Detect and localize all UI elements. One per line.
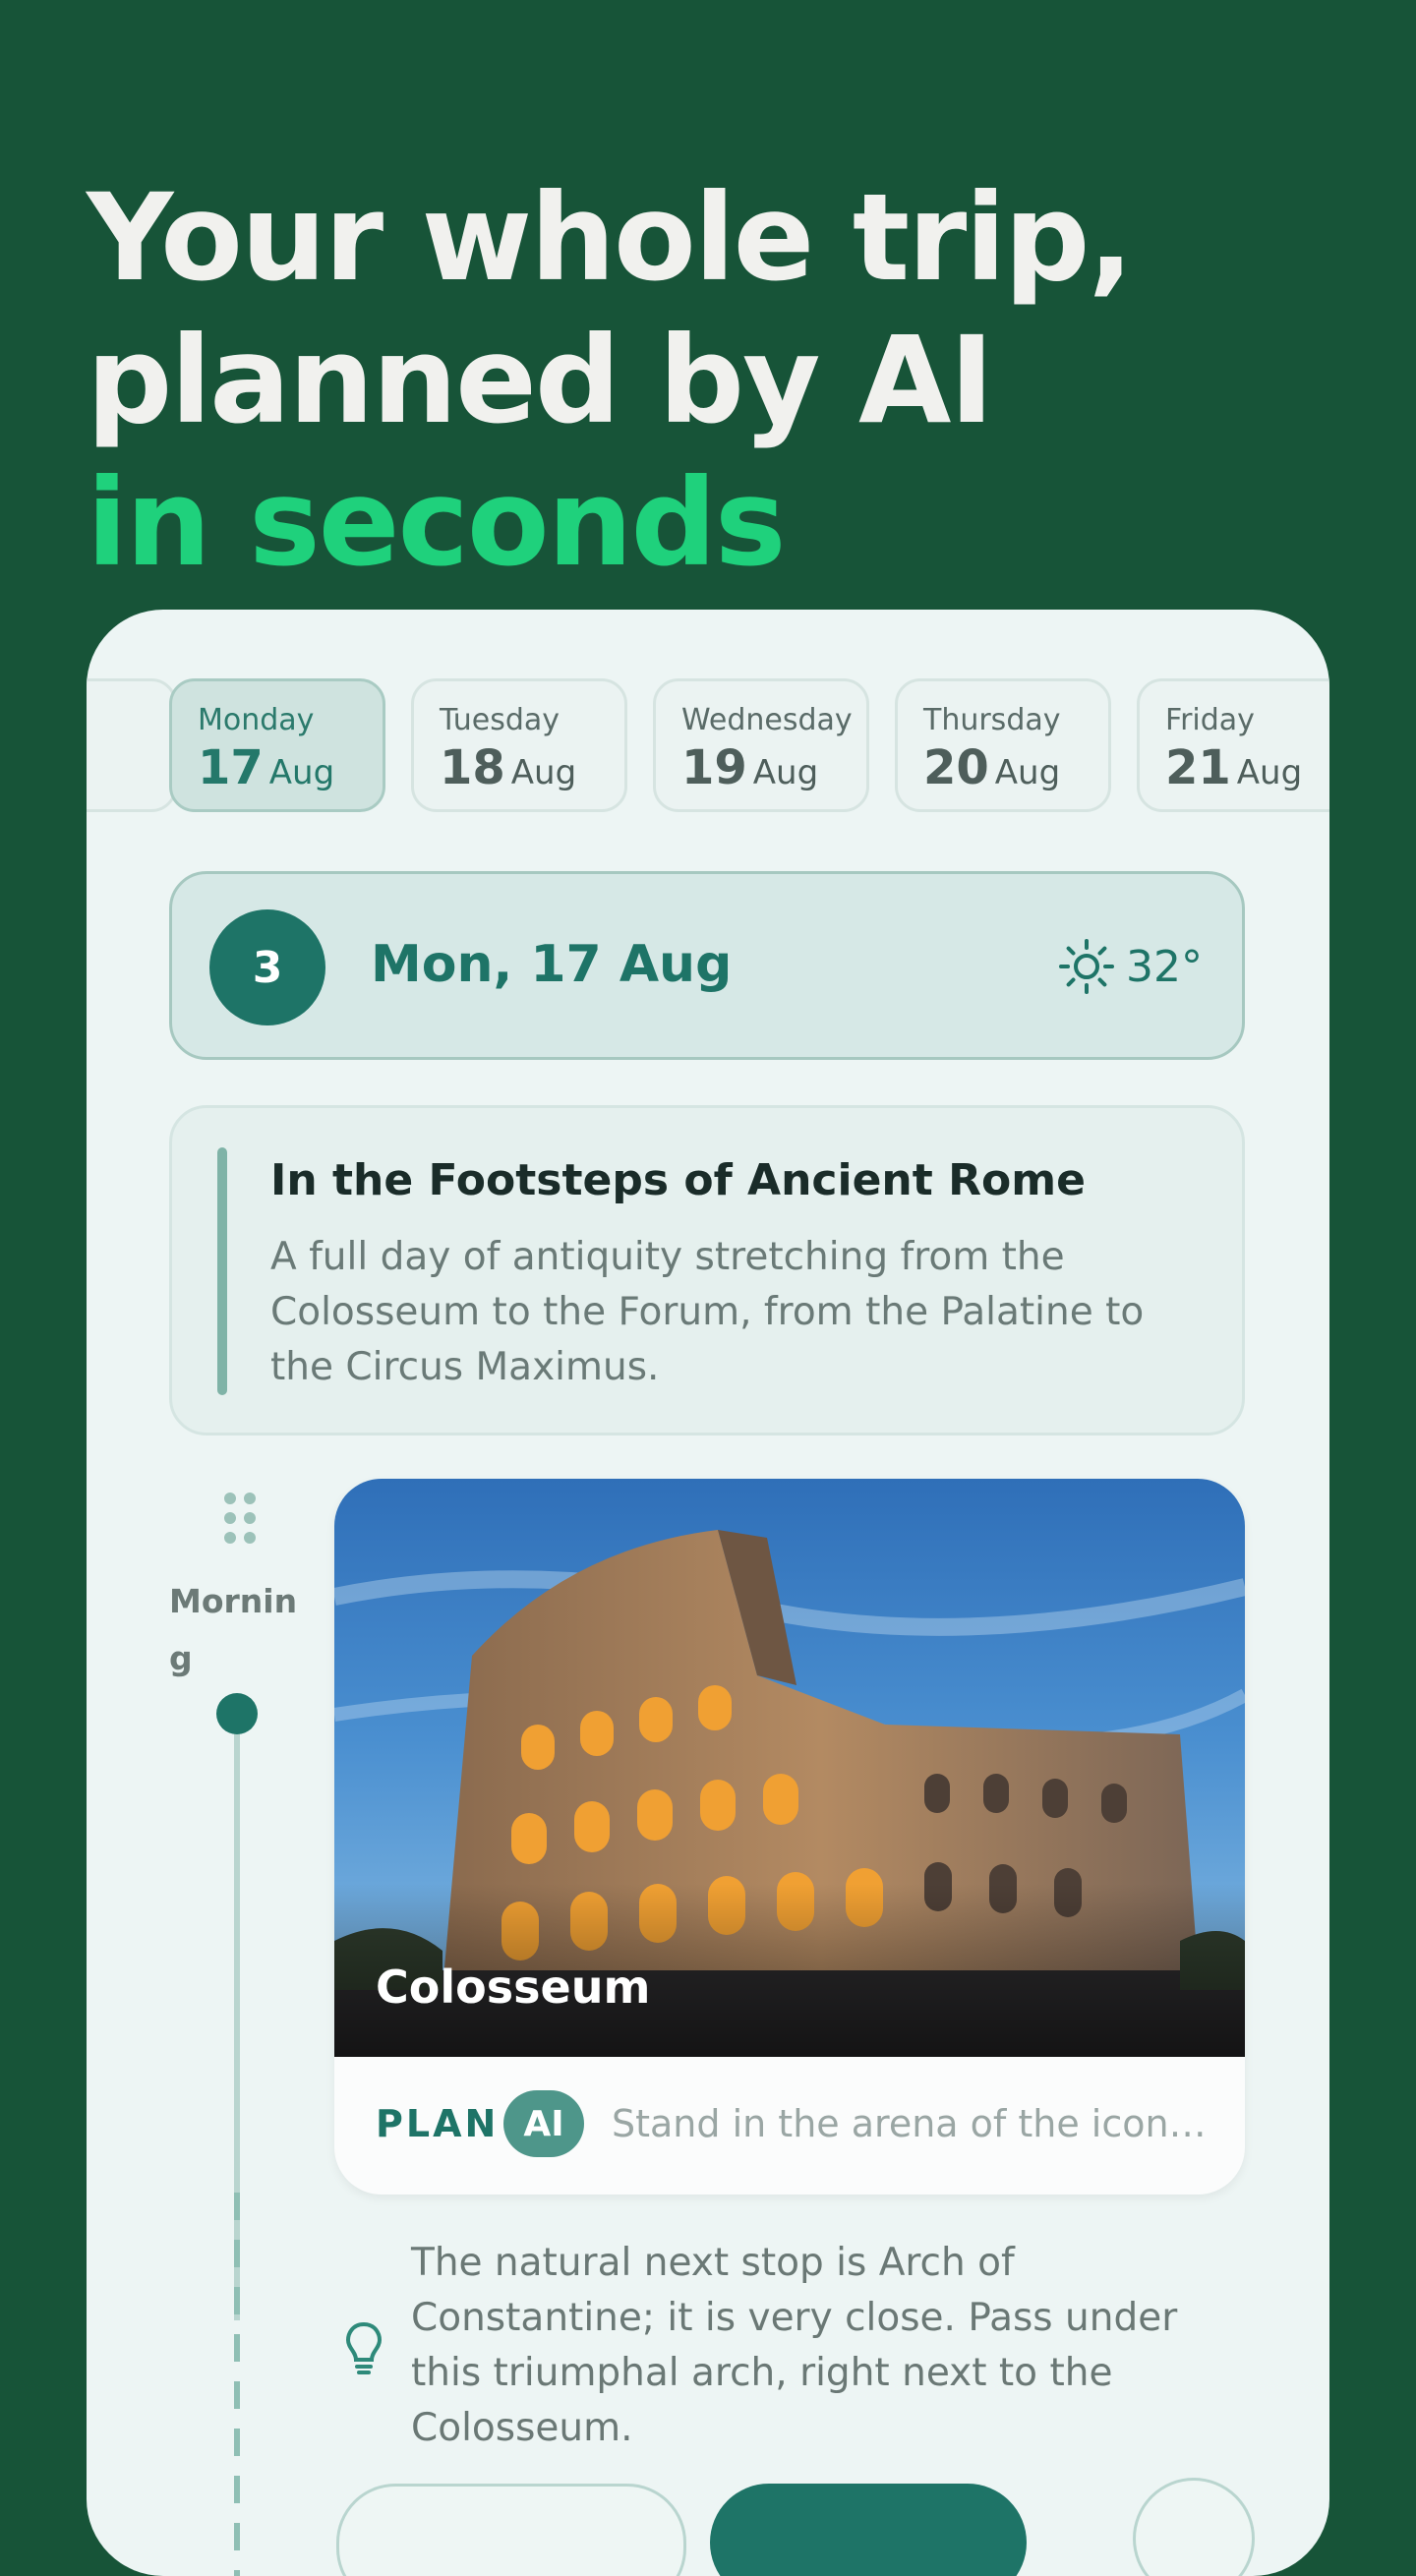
date-chip-tuesday[interactable]: Tuesday 18 Aug: [411, 678, 627, 812]
date-chip-number: 17 Aug: [198, 740, 335, 795]
lightbulb-icon: [345, 2321, 383, 2374]
plan-text: Stand in the arena of the iconic ...: [612, 2102, 1211, 2145]
date-chip-monday[interactable]: Monday 17 Aug: [169, 678, 385, 812]
theme-title: In the Footsteps of Ancient Rome: [270, 1155, 1086, 1205]
date-chip-day: Thursday: [923, 703, 1061, 737]
headline-line-1: Your whole trip,: [87, 168, 1134, 308]
date-chip-friday[interactable]: Friday 21 Aug: [1137, 678, 1329, 812]
date-chip-day: Friday: [1165, 703, 1255, 737]
date-chip-number: 19 Aug: [681, 740, 819, 795]
time-slot-label: Morning: [169, 1582, 298, 1677]
timeline-dashed-line: [234, 2193, 240, 2576]
place-card[interactable]: Colosseum PLAN AI Stand in the arena of …: [334, 1479, 1245, 2195]
weather: 32°: [1057, 937, 1203, 996]
date-chip-number: 20 Aug: [923, 740, 1061, 795]
temperature: 32°: [1126, 941, 1203, 992]
plan-row[interactable]: PLAN AI Stand in the arena of the iconic…: [334, 2057, 1245, 2195]
theme-description: A full day of antiquity stretching from …: [270, 1235, 1145, 1389]
headline-line-2: planned by AI: [87, 311, 994, 450]
date-chip-thursday[interactable]: Thursday 20 Aug: [895, 678, 1111, 812]
date-chip-day: Wednesday: [681, 703, 853, 737]
day-header[interactable]: 3 Mon, 17 Aug 32°: [169, 871, 1245, 1060]
date-chip-day: Tuesday: [440, 703, 560, 737]
date-chip-number: 18 Aug: [440, 740, 577, 795]
date-chip-wednesday[interactable]: Wednesday 19 Aug: [653, 678, 869, 812]
date-strip[interactable]: Monday 17 Aug Tuesday 18 Aug Wednesday 19 A…: [87, 678, 1329, 816]
suggestion-text: The natural next stop is Arch of Constan…: [411, 2241, 1178, 2450]
ai-badge: AI: [503, 2090, 584, 2157]
day-date: Mon, 17 Aug: [371, 935, 733, 994]
add-button[interactable]: [1133, 2478, 1255, 2576]
plan-label: PLAN: [376, 2102, 500, 2145]
primary-action-button[interactable]: [710, 2484, 1027, 2576]
app-screen: Monday 17 Aug Tuesday 18 Aug Wednesday 19 A…: [87, 610, 1329, 2576]
headline: Your whole trip, planned by AI in second…: [87, 167, 1134, 595]
headline-accent: in seconds: [87, 453, 786, 593]
secondary-action-button[interactable]: [336, 2484, 686, 2576]
drag-handle-icon[interactable]: [220, 1489, 260, 1548]
timeline-dot: [216, 1693, 258, 1734]
place-name: Colosseum: [376, 1961, 651, 2014]
date-chip-day: Monday: [198, 703, 315, 737]
day-number-badge: 3: [209, 909, 325, 1025]
theme-accent-bar: [217, 1147, 227, 1395]
date-chip-number: 21 Aug: [1165, 740, 1303, 795]
date-chip-previous[interactable]: [87, 678, 177, 812]
sun-icon: [1059, 939, 1114, 994]
day-theme-card: In the Footsteps of Ancient Rome A full …: [169, 1105, 1245, 1435]
